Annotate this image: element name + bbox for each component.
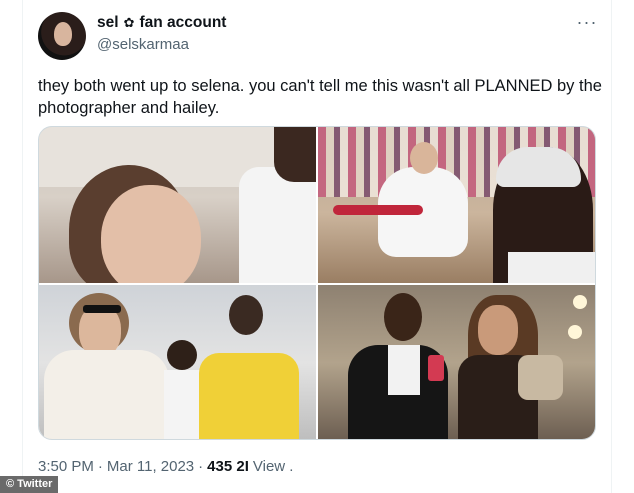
photo-2[interactable] xyxy=(318,127,595,283)
author-handle[interactable]: @selskarmaa xyxy=(97,36,189,53)
views-count: 435 2I xyxy=(207,458,249,475)
views-label: View . xyxy=(252,458,294,475)
twitter-watermark: © Twitter xyxy=(0,476,59,493)
media-grid[interactable] xyxy=(38,126,596,440)
photo-3[interactable] xyxy=(39,285,316,439)
meta-separator: · xyxy=(198,458,204,475)
tweet-text: they both went up to selena. you can't t… xyxy=(38,77,602,117)
more-options-button[interactable]: ··· xyxy=(576,13,598,35)
author-display-name[interactable]: sel ✿ fan account xyxy=(97,14,226,32)
tweet-date[interactable]: Mar 11, 2023 xyxy=(107,458,194,475)
photo-1[interactable] xyxy=(39,127,316,283)
tweet-meta: 3:50 PM · Mar 11, 2023 · 435 2I View . xyxy=(38,458,293,475)
tweet-time[interactable]: 3:50 PM xyxy=(38,458,94,475)
meta-separator: · xyxy=(97,458,103,475)
author-name-text: sel xyxy=(97,14,119,31)
avatar-face xyxy=(54,22,72,46)
author-name-suffix: fan account xyxy=(139,14,227,31)
flower-icon: ✿ xyxy=(123,15,135,30)
photo-4[interactable] xyxy=(318,285,595,439)
avatar[interactable] xyxy=(38,12,86,60)
